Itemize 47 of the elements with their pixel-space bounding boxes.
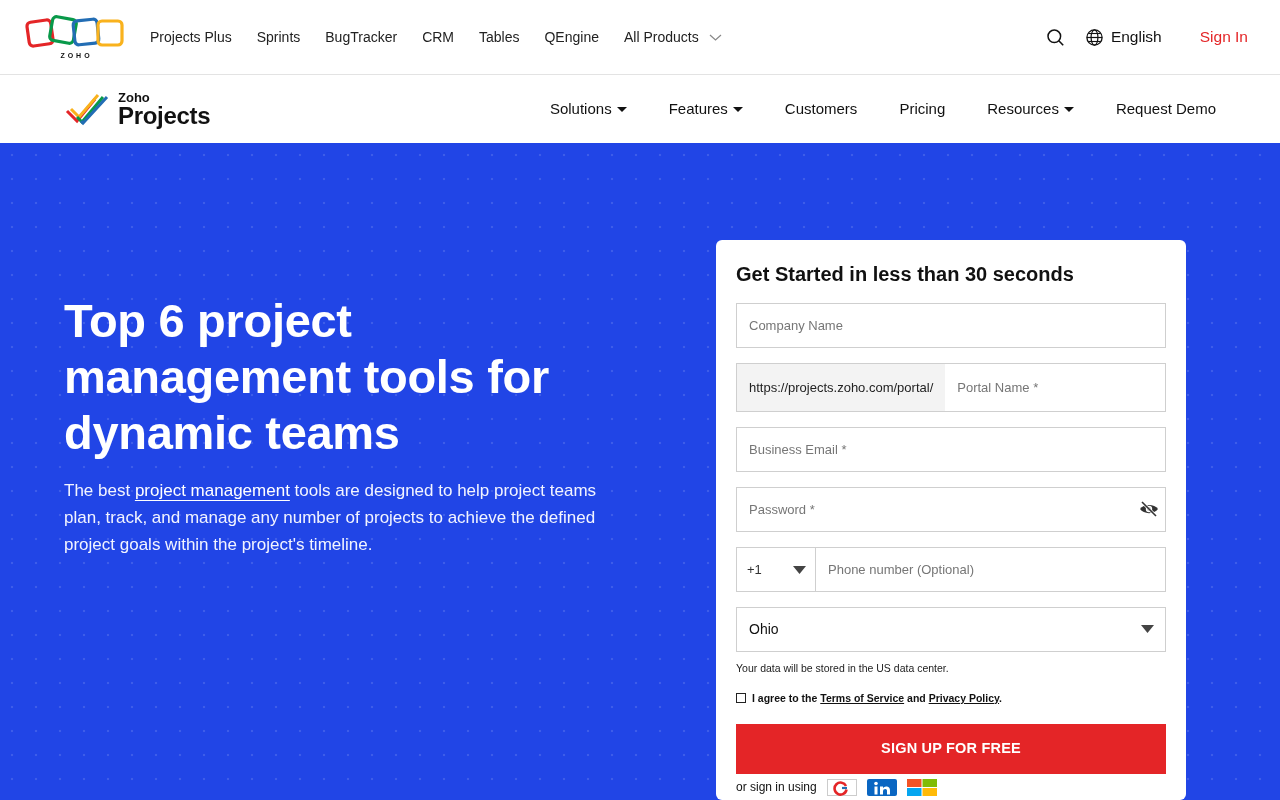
sign-up-button[interactable]: SIGN UP FOR FREE xyxy=(736,724,1166,774)
product-link[interactable]: Projects Plus xyxy=(150,26,232,48)
caret-icon xyxy=(1141,625,1154,633)
product-link[interactable]: CRM xyxy=(422,26,454,48)
agree-checkbox[interactable] xyxy=(736,693,746,703)
product-link[interactable]: Sprints xyxy=(256,26,301,48)
google-sign-in-icon[interactable] xyxy=(826,778,857,796)
form-title: Get Started in less than 30 seconds xyxy=(736,262,1075,287)
checkmark-logo-icon[interactable] xyxy=(65,91,109,127)
email-field[interactable]: Business Email * xyxy=(736,427,1166,472)
nav-link[interactable]: Request Demo xyxy=(1115,97,1216,121)
storage-note: Your data will be stored in the US data center. xyxy=(736,661,950,675)
language-selector[interactable]: English xyxy=(1085,25,1162,49)
globe-icon xyxy=(1085,28,1103,46)
nav-link[interactable]: Pricing xyxy=(899,97,946,121)
phone-field[interactable]: Phone number (Optional) xyxy=(816,547,1166,592)
sign-in-link[interactable]: Sign In xyxy=(1199,25,1248,49)
agreement-text: I agree to the Terms of Service and Privacy Policy. xyxy=(752,691,1002,705)
terms-link[interactable]: Terms of Service xyxy=(820,692,905,704)
chevron-down-icon xyxy=(708,33,722,41)
caret-down-icon xyxy=(1063,106,1074,112)
nav-dropdown[interactable]: Features xyxy=(668,97,743,121)
brand-name: Projects xyxy=(118,103,211,128)
social-sign-in-label: or sign in using xyxy=(736,779,817,796)
input-field[interactable]: Company Name xyxy=(736,303,1166,348)
product-link[interactable]: QEngine xyxy=(544,26,599,48)
hero-description: The best project management tools are designed to help project teams plan, track, and manage any number of projects to achieve the defined project goals within the project's timeline. xyxy=(64,480,598,556)
password-field[interactable]: Password * xyxy=(736,487,1166,532)
all-products-dropdown[interactable]: All Products xyxy=(623,26,722,48)
hero-title: Top 6 project management tools for dynamic teams xyxy=(64,293,550,461)
nav-dropdown[interactable]: Resources xyxy=(987,97,1074,121)
brand-name-small: Zoho xyxy=(118,90,151,104)
caret-down-icon xyxy=(732,106,743,112)
product-link[interactable]: Tables xyxy=(479,26,520,48)
nav-dropdown[interactable]: Solutions xyxy=(549,97,627,121)
zoho-logo-icon[interactable] xyxy=(25,15,125,51)
linkedin-sign-in-icon[interactable] xyxy=(866,778,897,796)
caret-down-icon xyxy=(616,106,627,112)
product-link[interactable]: BugTracker xyxy=(325,26,398,48)
caret-icon xyxy=(793,566,806,574)
search-icon[interactable] xyxy=(1046,28,1064,46)
description-link[interactable]: project management xyxy=(134,481,290,500)
nav-link[interactable]: Customers xyxy=(784,97,858,121)
region-select[interactable]: Ohio xyxy=(736,607,1166,652)
country-code-select[interactable]: +1 xyxy=(736,547,816,592)
eye-slash-icon[interactable] xyxy=(1139,501,1159,517)
microsoft-sign-in-icon[interactable] xyxy=(906,778,937,796)
